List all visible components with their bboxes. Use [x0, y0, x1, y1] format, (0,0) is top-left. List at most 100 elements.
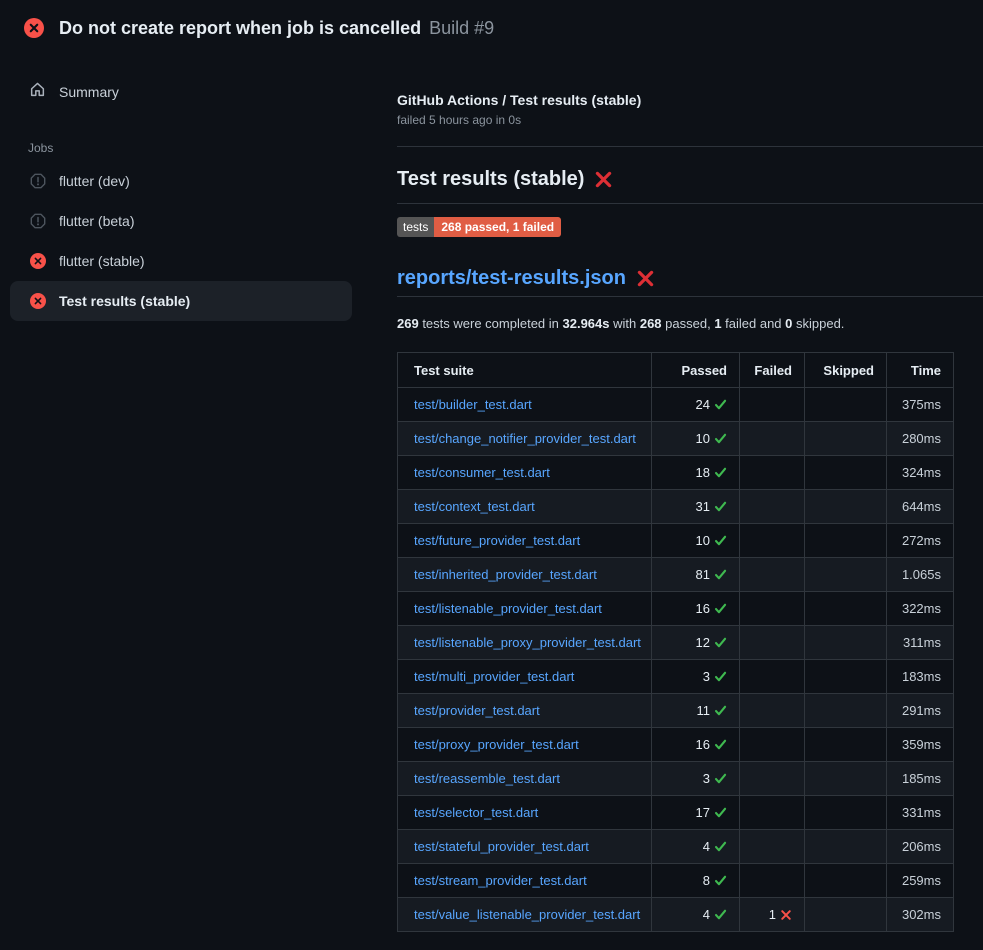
passed-cell: 4: [652, 830, 740, 864]
tests-summary-sentence: 269 tests were completed in 32.964s with…: [397, 316, 844, 331]
section-title-text: Test results (stable): [397, 168, 584, 191]
cancelled-stop-icon: [30, 213, 46, 229]
job-item-label: Test results (stable): [59, 293, 190, 309]
passed-check-icon: [714, 568, 727, 581]
passed-cell: 11: [652, 694, 740, 728]
passed-check-icon: [714, 602, 727, 615]
passed-cell: 16: [652, 728, 740, 762]
section-title: Test results (stable): [397, 168, 613, 191]
passed-check-icon: [714, 806, 727, 819]
table-row: test/listenable_proxy_provider_test.dart…: [398, 626, 954, 660]
time-cell: 280ms: [887, 422, 954, 456]
suite-cell: test/consumer_test.dart: [398, 456, 652, 490]
passed-check-icon: [714, 636, 727, 649]
failed-cell: [740, 660, 805, 694]
failed-cell: 1: [740, 898, 805, 932]
report-link-text: reports/test-results.json: [397, 267, 626, 290]
suite-link[interactable]: test/listenable_provider_test.dart: [414, 601, 602, 616]
page-title: Do not create report when job is cancell…: [59, 18, 421, 39]
skipped-cell: [805, 762, 887, 796]
suite-link[interactable]: test/provider_test.dart: [414, 703, 540, 718]
sidebar-item-summary[interactable]: Summary: [0, 73, 370, 111]
skipped-cell: [805, 660, 887, 694]
skipped-cell: [805, 456, 887, 490]
passed-cell: 10: [652, 422, 740, 456]
col-header-test-suite: Test suite: [398, 353, 652, 388]
suite-cell: test/future_provider_test.dart: [398, 524, 652, 558]
sidebar-job-item[interactable]: flutter (stable): [10, 241, 352, 281]
table-row: test/provider_test.dart 11 291ms: [398, 694, 954, 728]
suite-cell: test/change_notifier_provider_test.dart: [398, 422, 652, 456]
passed-cell: 24: [652, 388, 740, 422]
passed-check-icon: [714, 772, 727, 785]
suite-cell: test/stateful_provider_test.dart: [398, 830, 652, 864]
passed-check-icon: [714, 398, 727, 411]
skipped-cell: [805, 490, 887, 524]
skipped-cell: [805, 830, 887, 864]
failed-cell: [740, 388, 805, 422]
summary-fragment: failed and: [722, 316, 786, 331]
suite-link[interactable]: test/multi_provider_test.dart: [414, 669, 574, 684]
suite-link[interactable]: test/consumer_test.dart: [414, 465, 550, 480]
suite-link[interactable]: test/reassemble_test.dart: [414, 771, 560, 786]
time-cell: 644ms: [887, 490, 954, 524]
job-item-label: flutter (dev): [59, 173, 130, 189]
passed-check-icon: [714, 908, 727, 921]
divider: [397, 146, 983, 147]
time-cell: 183ms: [887, 660, 954, 694]
time-cell: 311ms: [887, 626, 954, 660]
suite-link[interactable]: test/value_listenable_provider_test.dart: [414, 907, 640, 922]
report-link[interactable]: reports/test-results.json: [397, 267, 655, 290]
failed-cell: [740, 830, 805, 864]
x-circle-fill-icon: [30, 253, 46, 269]
suite-cell: test/listenable_proxy_provider_test.dart: [398, 626, 652, 660]
time-cell: 322ms: [887, 592, 954, 626]
passed-check-icon: [714, 874, 727, 887]
breadcrumb: GitHub Actions / Test results (stable): [397, 92, 641, 108]
table-row: test/value_listenable_provider_test.dart…: [398, 898, 954, 932]
suite-link[interactable]: test/change_notifier_provider_test.dart: [414, 431, 636, 446]
passed-cell: 17: [652, 796, 740, 830]
summary-fragment: 32.964s: [563, 316, 610, 331]
failed-x-icon: [780, 909, 792, 921]
failed-cell: [740, 796, 805, 830]
passed-check-icon: [714, 840, 727, 853]
failed-cell: [740, 490, 805, 524]
table-row: test/builder_test.dart24375ms: [398, 388, 954, 422]
cross-mark-icon: [636, 269, 655, 288]
summary-fragment: 268: [640, 316, 662, 331]
table-header-row: Test suite Passed Failed Skipped Time: [398, 353, 954, 388]
suite-link[interactable]: test/proxy_provider_test.dart: [414, 737, 579, 752]
suite-link[interactable]: test/stateful_provider_test.dart: [414, 839, 589, 854]
sidebar-job-item[interactable]: Test results (stable): [10, 281, 352, 321]
time-cell: 291ms: [887, 694, 954, 728]
failed-cell: [740, 626, 805, 660]
suite-link[interactable]: test/future_provider_test.dart: [414, 533, 580, 548]
suite-link[interactable]: test/selector_test.dart: [414, 805, 538, 820]
time-cell: 331ms: [887, 796, 954, 830]
skipped-cell: [805, 796, 887, 830]
suite-link[interactable]: test/listenable_proxy_provider_test.dart: [414, 635, 641, 650]
skipped-cell: [805, 626, 887, 660]
time-cell: 302ms: [887, 898, 954, 932]
failed-cell: [740, 558, 805, 592]
table-row: test/future_provider_test.dart10272ms: [398, 524, 954, 558]
passed-cell: 16: [652, 592, 740, 626]
suite-cell: test/multi_provider_test.dart: [398, 660, 652, 694]
suite-link[interactable]: test/builder_test.dart: [414, 397, 532, 412]
jobs-section-label: Jobs: [28, 141, 370, 155]
sidebar-job-item[interactable]: flutter (dev): [10, 161, 352, 201]
job-list: flutter (dev) flutter (beta) flutter (stab…: [0, 161, 370, 321]
skipped-cell: [805, 728, 887, 762]
suite-link[interactable]: test/context_test.dart: [414, 499, 535, 514]
suite-link[interactable]: test/stream_provider_test.dart: [414, 873, 587, 888]
table-row: test/stateful_provider_test.dart4206ms: [398, 830, 954, 864]
time-cell: 185ms: [887, 762, 954, 796]
sidebar-job-item[interactable]: flutter (beta): [10, 201, 352, 241]
table-row: test/change_notifier_provider_test.dart 1…: [398, 422, 954, 456]
suite-cell: test/listenable_provider_test.dart: [398, 592, 652, 626]
job-item-label: flutter (beta): [59, 213, 134, 229]
skipped-cell: [805, 694, 887, 728]
failed-cell: [740, 694, 805, 728]
suite-link[interactable]: test/inherited_provider_test.dart: [414, 567, 597, 582]
